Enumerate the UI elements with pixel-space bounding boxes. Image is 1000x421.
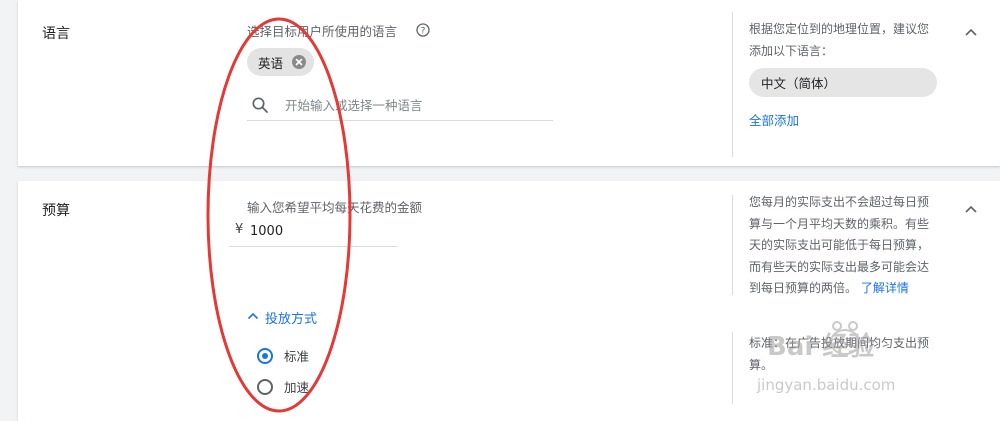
budget-hint: 输入您希望平均每天花费的金额 xyxy=(247,200,423,215)
delivery-method-toggle[interactable]: 投放方式 xyxy=(246,308,317,327)
add-all-link[interactable]: 全部添加 xyxy=(749,110,949,132)
budget-field: ¥ xyxy=(229,218,397,247)
side-text-last: 到每日预算的两倍。 xyxy=(749,281,858,295)
side-text-line: 而有些天的实际支出最多可能会达 xyxy=(749,259,930,274)
radio-label: 加速 xyxy=(284,380,310,395)
side-text-line: 算与一个月平均天数的乘积。有些 xyxy=(749,216,930,231)
radio-icon[interactable] xyxy=(257,347,273,364)
language-title: 语言 xyxy=(42,26,70,42)
budget-title: 预算 xyxy=(42,203,70,219)
side-divider xyxy=(732,12,733,157)
chip-label: 英语 xyxy=(258,55,284,71)
side-text-line: 算。 xyxy=(749,357,774,372)
suggest-text-line: 根据您定位到的地理位置，建议您 xyxy=(749,22,930,36)
language-search xyxy=(247,92,553,121)
suggested-language-chip[interactable]: 中文（简体） xyxy=(749,68,937,97)
radio-label: 标准 xyxy=(284,349,310,364)
side-text-line: 标准：在广告投放期间均匀支出预 xyxy=(749,336,930,350)
language-card: 语言 选择目标用户所使用的语言 ? 英语 根据您定位到的地理位置，建议您 添加以… xyxy=(18,0,1000,166)
language-chip-english: 英语 xyxy=(247,48,314,76)
chevron-up-icon xyxy=(246,308,260,327)
budget-side-text: 您每月的实际支出不会超过每日预 算与一个月平均天数的乘积。有些 天的实际支出可能… xyxy=(749,192,949,300)
budget-card: 预算 输入您希望平均每天花费的金额 您每月的实际支出不会超过每日预 算与一个月平… xyxy=(18,181,1000,421)
side-divider xyxy=(732,195,733,295)
language-hint: 选择目标用户所使用的语言 xyxy=(247,24,398,39)
language-suggest-text: 根据您定位到的地理位置，建议您 添加以下语言： xyxy=(749,19,949,62)
delivery-method-label: 投放方式 xyxy=(265,312,318,327)
radio-icon[interactable] xyxy=(257,378,273,395)
currency-symbol: ¥ xyxy=(235,222,244,237)
side-text-line: 您每月的实际支出不会超过每日预 xyxy=(749,195,930,209)
language-search-input[interactable] xyxy=(285,94,545,116)
side-text-line: 天的实际支出可能低于每日预算， xyxy=(749,238,930,252)
budget-amount-input[interactable] xyxy=(250,220,390,242)
suggest-text-line: 添加以下语言： xyxy=(749,43,834,58)
chevron-up-icon[interactable] xyxy=(963,201,979,217)
close-circle-icon[interactable] xyxy=(292,55,306,69)
delivery-side-text: 标准：在广告投放期间均匀支出预 算。 xyxy=(749,333,949,376)
chevron-up-icon[interactable] xyxy=(963,24,979,40)
side-text-line: 到每日预算的两倍。 了解详情 xyxy=(749,278,949,300)
svg-text:?: ? xyxy=(421,27,426,37)
delivery-option-accelerated[interactable]: 加速 xyxy=(257,377,309,396)
side-divider xyxy=(732,332,733,404)
search-icon xyxy=(251,96,269,114)
delivery-option-standard[interactable]: 标准 xyxy=(257,346,309,365)
learn-more-link[interactable]: 了解详情 xyxy=(861,281,909,295)
help-circle-icon[interactable]: ? xyxy=(416,22,430,37)
